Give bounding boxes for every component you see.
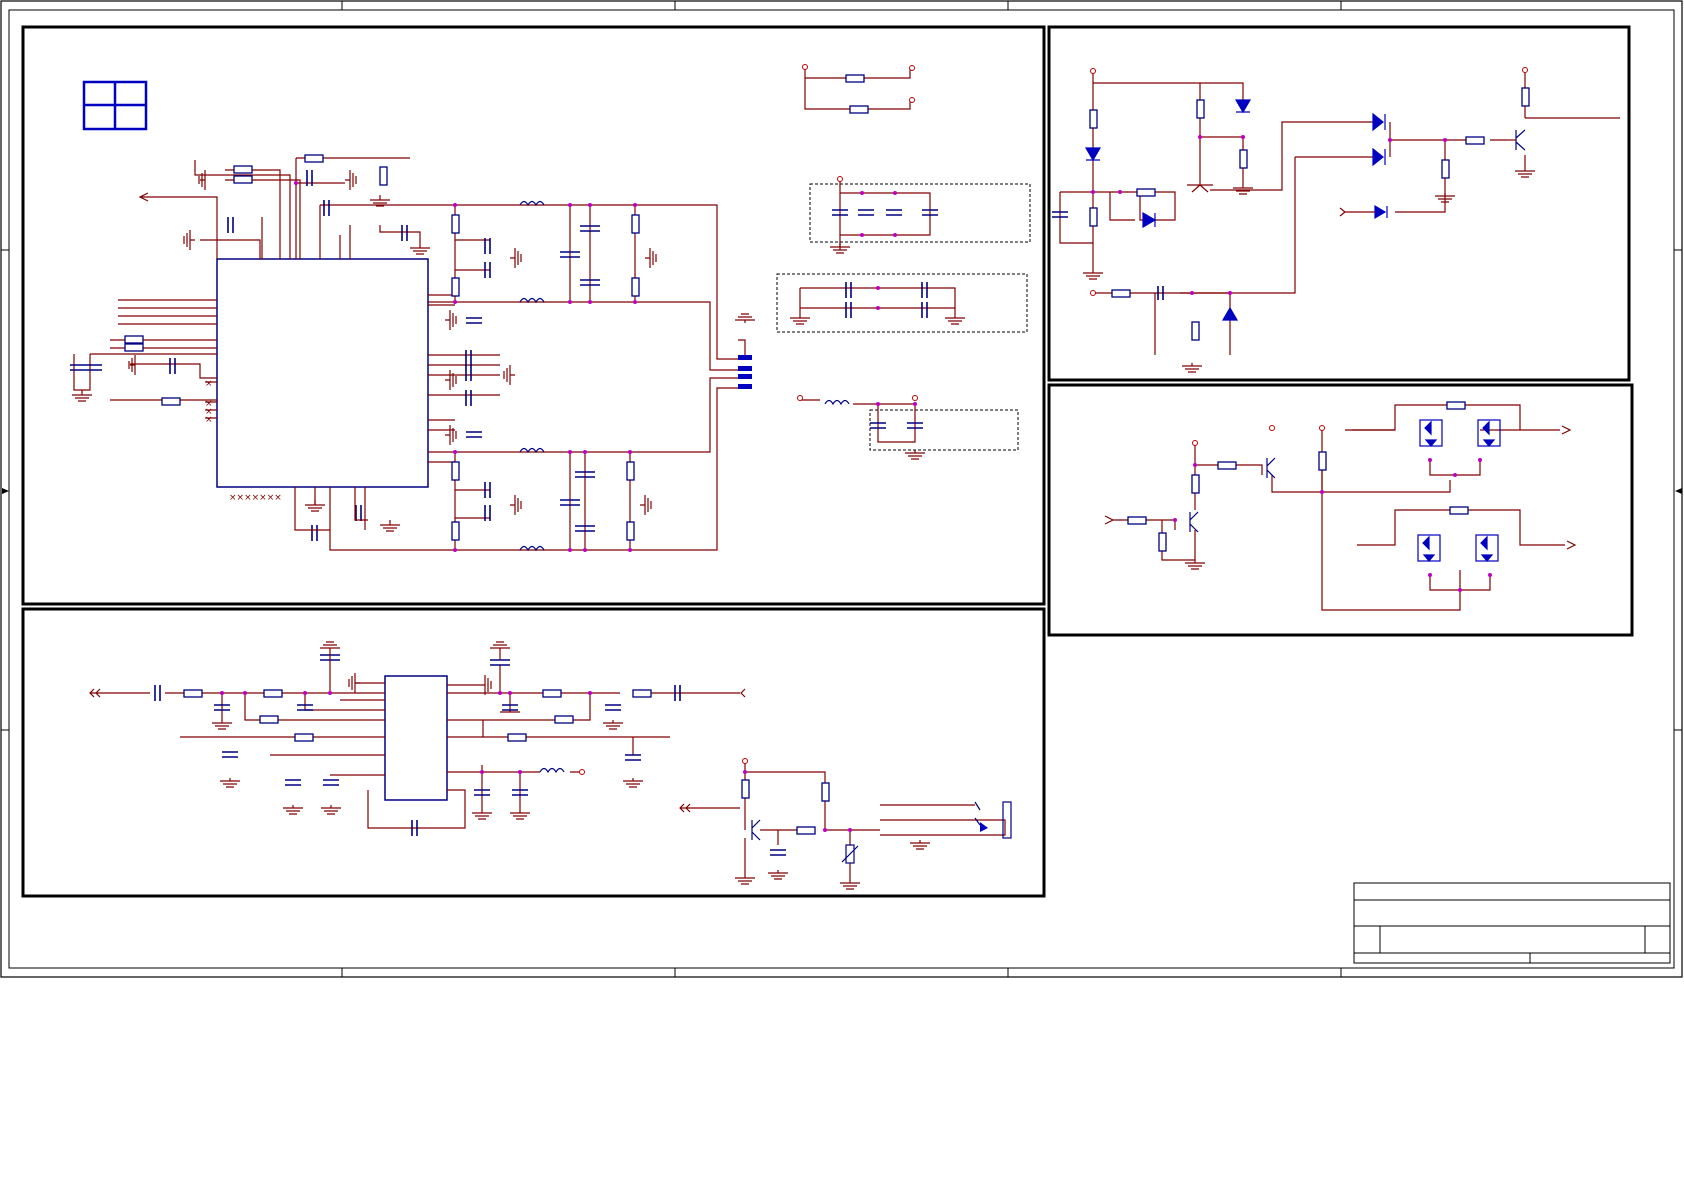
resistor <box>1111 289 1131 298</box>
ic-right-wires <box>428 205 738 551</box>
resistor <box>1089 109 1098 129</box>
transistor-driver-block <box>1052 67 1620 373</box>
panel-transistor-driver <box>1047 25 1631 382</box>
svg-text:×××××××: ××××××× <box>229 493 282 503</box>
resistor <box>1318 451 1327 471</box>
resistor <box>1441 159 1450 179</box>
schematic-sheet: × × × × ××××××× <box>0 0 1683 978</box>
resistor <box>1521 87 1530 107</box>
svg-text:×: × <box>205 379 213 389</box>
diode <box>1142 211 1157 229</box>
resistor <box>741 779 750 799</box>
resistor <box>542 689 562 698</box>
zener-diode <box>841 844 859 864</box>
resistor <box>1089 207 1098 227</box>
resistor <box>161 397 181 406</box>
junctions-panel3 <box>1173 458 1492 592</box>
diode <box>1374 204 1388 220</box>
resistor <box>451 521 460 541</box>
resistor <box>294 733 314 742</box>
resistor <box>631 214 640 234</box>
mosfet-switch-block <box>1104 401 1577 611</box>
cap-group-3 <box>869 409 1019 451</box>
diode <box>1234 99 1252 114</box>
resistor <box>626 461 635 481</box>
resistor <box>263 689 283 698</box>
top-resistor-pair <box>802 64 915 114</box>
resistor <box>1127 516 1147 525</box>
resistor <box>451 461 460 481</box>
ground-symbols-panel1 <box>72 170 965 532</box>
diode <box>1372 147 1386 167</box>
transistor <box>1187 184 1213 193</box>
resistor <box>1191 321 1200 341</box>
inductor <box>539 767 565 774</box>
cap-group-2 <box>776 273 1028 333</box>
resistor <box>451 277 460 297</box>
diode <box>1221 306 1239 321</box>
resistor <box>796 826 816 835</box>
output-connector <box>738 339 752 389</box>
resistor <box>821 782 830 802</box>
resistor <box>1158 532 1167 552</box>
resistor <box>1239 149 1248 169</box>
resistor <box>626 521 635 541</box>
mosfet <box>1417 534 1441 562</box>
resistor <box>1191 474 1200 494</box>
resistor <box>1136 188 1156 197</box>
inductor <box>824 399 850 406</box>
resistor <box>631 277 640 297</box>
resistor <box>1196 99 1205 119</box>
junctions-panel4 <box>220 691 852 832</box>
resistor <box>379 166 388 186</box>
resistor <box>1446 401 1466 410</box>
opamp-filter-block <box>89 641 1012 890</box>
resistor <box>845 74 865 83</box>
resistor <box>259 715 279 724</box>
resistor <box>233 175 253 184</box>
resistor <box>849 105 869 114</box>
resistor <box>233 165 253 174</box>
transistor <box>1266 457 1276 479</box>
logo-box <box>82 80 148 131</box>
resistor <box>507 733 527 742</box>
mosfet <box>1477 419 1501 447</box>
resistor <box>304 154 324 163</box>
power-ic-block: × × × × ××××××× <box>70 64 1031 552</box>
svg-text:×: × <box>205 415 213 425</box>
resistor <box>183 689 203 698</box>
resistor <box>1449 506 1469 515</box>
resistor <box>1217 461 1237 470</box>
transistor <box>1189 511 1199 533</box>
resistor <box>124 343 144 352</box>
resistor <box>451 214 460 234</box>
resistor <box>124 335 144 344</box>
main-ic <box>216 258 429 488</box>
transistor <box>1510 129 1526 151</box>
resistor <box>1465 136 1485 145</box>
panel-opamp-filter <box>21 607 1046 898</box>
mosfet <box>1475 534 1499 562</box>
panel-mosfet-switch <box>1047 383 1634 637</box>
title-block <box>1353 882 1671 964</box>
opamp-ic <box>384 675 448 801</box>
diode <box>1084 147 1102 162</box>
transistor <box>751 819 761 841</box>
resistor <box>632 689 652 698</box>
mosfet <box>1419 419 1443 447</box>
resistor <box>554 715 574 724</box>
diode <box>1372 112 1386 132</box>
